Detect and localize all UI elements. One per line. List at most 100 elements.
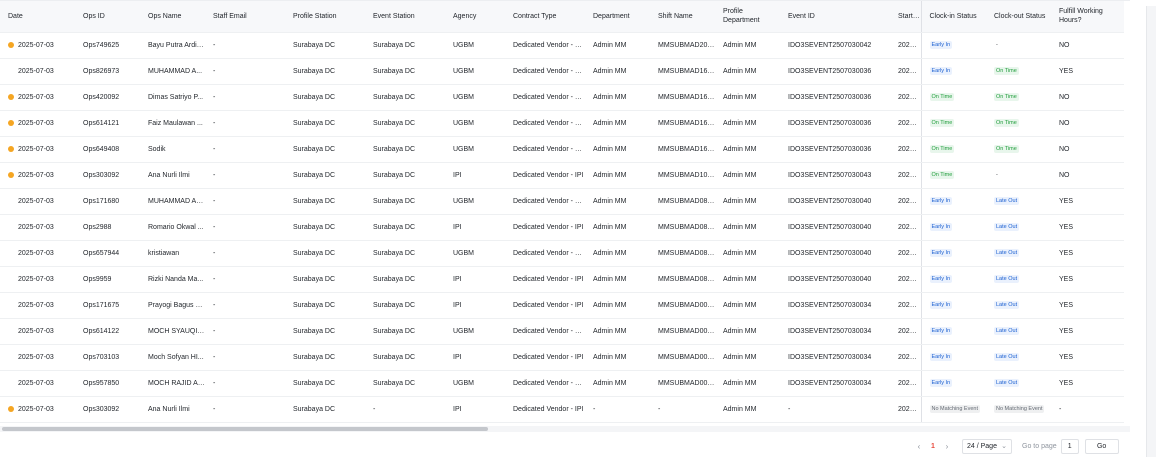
- table-cell: Admin MM: [715, 240, 780, 267]
- table-cell: Surabaya DC: [365, 266, 445, 293]
- column-header[interactable]: Fulfill Working Hours?: [1051, 1, 1124, 33]
- table-cell: UGBM: [445, 32, 505, 59]
- fulfill-hours-cell: NO: [1051, 32, 1124, 59]
- table-cell: Admin MM: [715, 396, 780, 423]
- table-cell: Surabaya DC: [285, 188, 365, 215]
- column-header[interactable]: Agency: [445, 1, 505, 33]
- table-cell: Surabaya DC: [365, 162, 445, 189]
- table-row[interactable]: 2025-07-03 Ops303092 Ana Nurli Ilmi - Suraba…: [0, 396, 1124, 423]
- table-cell: -: [205, 292, 285, 319]
- table-row[interactable]: 2025-07-03 Ops614122 MOCH SYAUQI A... - Sura…: [0, 318, 1124, 345]
- table-cell: Dedicated Vendor - U...: [505, 136, 585, 163]
- table-cell: -: [365, 396, 445, 423]
- clock-in-status-cell: Early In: [920, 370, 986, 397]
- column-header[interactable]: Clock-in Status: [920, 1, 986, 33]
- warning-dot-icon: [8, 354, 14, 360]
- current-page-button[interactable]: 1: [926, 443, 940, 450]
- table-row[interactable]: 2025-07-03 Ops614121 Faiz Maulawan ... - Sur…: [0, 110, 1124, 137]
- table-cell: Admin MM: [585, 84, 650, 111]
- column-header[interactable]: Ops Name: [140, 1, 205, 33]
- table-row[interactable]: 2025-07-03 Ops957850 MOCH RAJID AL... - Sura…: [0, 370, 1124, 397]
- goto-page-input[interactable]: 1: [1060, 438, 1079, 454]
- fulfill-hours-cell: NO: [1051, 136, 1124, 163]
- status-badge: -: [996, 42, 998, 48]
- horizontal-scrollbar[interactable]: [0, 426, 1130, 432]
- table-cell: Dedicated Vendor - IPI: [505, 396, 585, 423]
- prev-page-icon[interactable]: ‹: [912, 442, 926, 451]
- clock-out-status-cell: Late Out: [986, 344, 1051, 371]
- clock-out-status-cell: Late Out: [986, 214, 1051, 241]
- table-row[interactable]: 2025-07-03 Ops171680 MUHAMMAD AL... - Suraba…: [0, 188, 1124, 215]
- table-row[interactable]: 2025-07-03 Ops9959 Rizki Nanda Ma... - Surab…: [0, 266, 1124, 293]
- date-text: 2025-07-03: [18, 41, 54, 49]
- fulfill-hours-cell: YES: [1051, 318, 1124, 345]
- table-row[interactable]: 2025-07-03 Ops749625 Bayu Putra Ardia... - S…: [0, 32, 1124, 59]
- table-cell: Admin MM: [585, 58, 650, 85]
- clock-out-status-cell: -: [986, 162, 1051, 189]
- column-header[interactable]: Shift Name: [650, 1, 715, 33]
- table-cell: MMSUBMAD1600: [650, 136, 715, 163]
- table-cell: Surabaya DC: [285, 136, 365, 163]
- table-row[interactable]: 2025-07-03 Ops420092 Dimas Satriyo P... - Su…: [0, 84, 1124, 111]
- clock-out-status-cell: On Time: [986, 58, 1051, 85]
- column-header[interactable]: Clock-out Status: [986, 1, 1051, 33]
- table-row[interactable]: 2025-07-03 Ops649408 Sodik - Surabaya DC Sura…: [0, 136, 1124, 163]
- table-cell: Ops303092: [75, 162, 140, 189]
- table-cell: Ops703103: [75, 344, 140, 371]
- table-cell: IDO3SEVENT2507030043: [780, 162, 890, 189]
- table-row[interactable]: 2025-07-03 Ops171675 Prayogi Bagus D... - Su…: [0, 292, 1124, 319]
- vertical-scrollbar[interactable]: [1146, 6, 1156, 457]
- table-cell: 2025-07-: [890, 136, 921, 163]
- table-cell: Romario Okwal ...: [140, 214, 205, 241]
- table-cell: 2025-07-: [890, 396, 921, 423]
- table-cell: Surabaya DC: [365, 58, 445, 85]
- table-row[interactable]: 2025-07-03 Ops2988 Romario Okwal ... - Surab…: [0, 214, 1124, 241]
- table-cell: Ops171675: [75, 292, 140, 319]
- table-cell: Dedicated Vendor - U...: [505, 188, 585, 215]
- column-header[interactable]: Profile Department: [715, 1, 780, 33]
- status-badge: Late Out: [994, 353, 1020, 361]
- table-cell: Admin MM: [715, 162, 780, 189]
- table-cell: Surabaya DC: [285, 318, 365, 345]
- date-text: 2025-07-03: [18, 119, 54, 127]
- table-cell: -: [205, 58, 285, 85]
- column-header[interactable]: Ops ID: [75, 1, 140, 33]
- status-badge: Early In: [929, 223, 953, 231]
- table-row[interactable]: 2025-07-03 Ops703103 Moch Sofyan HI... - Sur…: [0, 344, 1124, 371]
- column-header[interactable]: Contract Type: [505, 1, 585, 33]
- table-cell: Surabaya DC: [365, 344, 445, 371]
- column-header[interactable]: Date: [0, 1, 75, 33]
- horizontal-scrollbar-thumb[interactable]: [2, 427, 488, 431]
- table-row[interactable]: 2025-07-03 Ops657944 kristiawan - Surabaya D…: [0, 240, 1124, 267]
- status-badge: Early In: [929, 353, 953, 361]
- go-button[interactable]: Go: [1084, 438, 1119, 454]
- status-badge: On Time: [994, 119, 1019, 127]
- table-cell: Surabaya DC: [285, 58, 365, 85]
- table-cell: Surabaya DC: [285, 32, 365, 59]
- page-size-select[interactable]: 24 / Page ⌄: [962, 438, 1012, 454]
- column-header[interactable]: Event Station: [365, 1, 445, 33]
- table-cell: Ops9959: [75, 266, 140, 293]
- table-row[interactable]: 2025-07-03 Ops826973 MUHAMMAD A... - Surabay…: [0, 58, 1124, 85]
- table-cell: kristiawan: [140, 240, 205, 267]
- table-cell: Prayogi Bagus D...: [140, 292, 205, 319]
- table-cell: 2025-07-: [890, 240, 921, 267]
- table-cell: -: [205, 136, 285, 163]
- warning-dot-icon: [8, 380, 14, 386]
- table-cell: Admin MM: [585, 32, 650, 59]
- table-cell: Ops826973: [75, 58, 140, 85]
- table-cell: Ana Nurli Ilmi: [140, 396, 205, 423]
- column-header[interactable]: Department: [585, 1, 650, 33]
- column-header[interactable]: Profile Station: [285, 1, 365, 33]
- table-cell: 2025-07-: [890, 58, 921, 85]
- column-header[interactable]: Event ID: [780, 1, 890, 33]
- table-cell: UGBM: [445, 240, 505, 267]
- table-cell: Dedicated Vendor - IPI: [505, 292, 585, 319]
- column-header[interactable]: Start Tim: [890, 1, 921, 33]
- status-badge: Early In: [929, 197, 953, 205]
- column-header[interactable]: Staff Email: [205, 1, 285, 33]
- next-page-icon[interactable]: ›: [940, 442, 954, 451]
- table-row[interactable]: 2025-07-03 Ops303092 Ana Nurli Ilmi - Suraba…: [0, 162, 1124, 189]
- table-cell: -: [205, 370, 285, 397]
- date-text: 2025-07-03: [18, 197, 54, 205]
